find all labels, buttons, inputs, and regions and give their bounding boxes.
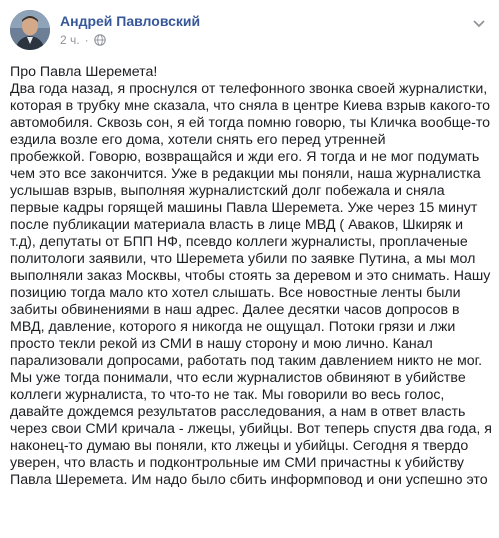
- post-text-line: Два года назад, я проснулся от телефонно…: [10, 81, 488, 97]
- facebook-post: Андрей Павловский 2 ч. · Про Павла Шерем…: [0, 0, 499, 538]
- post-text-line: позицию тогда мало кто хотел слышать. Вс…: [10, 285, 461, 301]
- author-name[interactable]: Андрей Павловский: [60, 13, 200, 29]
- post-text-line: чем это все закончится. Уже в редакции м…: [10, 166, 481, 182]
- post-text-line: Павла Шеремета. Им надо было сбить инфор…: [10, 472, 488, 488]
- post-text-line: услышав взрыв, выполняя журналистский до…: [10, 183, 445, 199]
- post-title-line: Про Павла Шеремета!: [10, 64, 488, 81]
- post-text-line: первые кадры горящей машины Павла Шереме…: [10, 200, 478, 216]
- post-text-line: ездила возле его дома, хотели снять его …: [10, 132, 386, 148]
- post-meta: 2 ч. ·: [60, 33, 106, 47]
- post-text-line: просто текли рекой из СМИ в нашу сторону…: [10, 336, 433, 352]
- avatar[interactable]: [10, 10, 50, 50]
- post-title: Про Павла Шеремета!: [10, 64, 158, 80]
- post-header: Андрей Павловский 2 ч. ·: [10, 10, 490, 56]
- post-text-line: т.д), депутаты от БПП НФ, псевдо коллеги…: [10, 234, 468, 250]
- post-text-line: коллеги журналиста, то что-то не так. Мы…: [10, 387, 445, 403]
- post-text-line: автомобиля. Сквозь сон, я ей тогда помню…: [10, 115, 491, 131]
- chevron-down-icon[interactable]: [472, 16, 486, 28]
- post-body: Про Павла Шеремета! Два года назад, я пр…: [10, 64, 492, 489]
- post-text-line: давайте дождемся результатов расследован…: [10, 404, 466, 420]
- post-text-line: которая в трубку мне сказала, что сняла …: [10, 98, 491, 114]
- avatar-image: [10, 10, 50, 50]
- post-text-line: пробежкой. Говорю, возвращайся и жди его…: [10, 149, 480, 165]
- post-text-line: после публикации материала власть в лице…: [10, 217, 464, 233]
- meta-separator: ·: [84, 33, 89, 47]
- post-text-line: наконец-то думаю вы поняли, кто лжецы и …: [10, 438, 469, 454]
- post-text-line: парализовали допросами, работать под так…: [10, 353, 483, 369]
- post-text-line: Мы уже тогда понимали, что если журналис…: [10, 370, 466, 386]
- post-text-line: выполняли заказ Москвы, чтобы стоять за …: [10, 268, 491, 284]
- post-text-line: через свои СМИ кричала - лжецы, убийцы. …: [10, 421, 492, 437]
- post-text: Два года назад, я проснулся от телефонно…: [10, 81, 492, 489]
- post-time[interactable]: 2 ч.: [60, 33, 80, 47]
- globe-icon[interactable]: [93, 34, 106, 46]
- post-text-line: МВД, давление, которого я никогда не ощу…: [10, 319, 456, 335]
- post-text-line: уверен, что власть и подконтрольные им С…: [10, 455, 465, 471]
- post-text-line: политологи заявили, что Шеремета убили п…: [10, 251, 476, 267]
- post-text-line: забиты обвинениями в наш адрес. Далее де…: [10, 302, 460, 318]
